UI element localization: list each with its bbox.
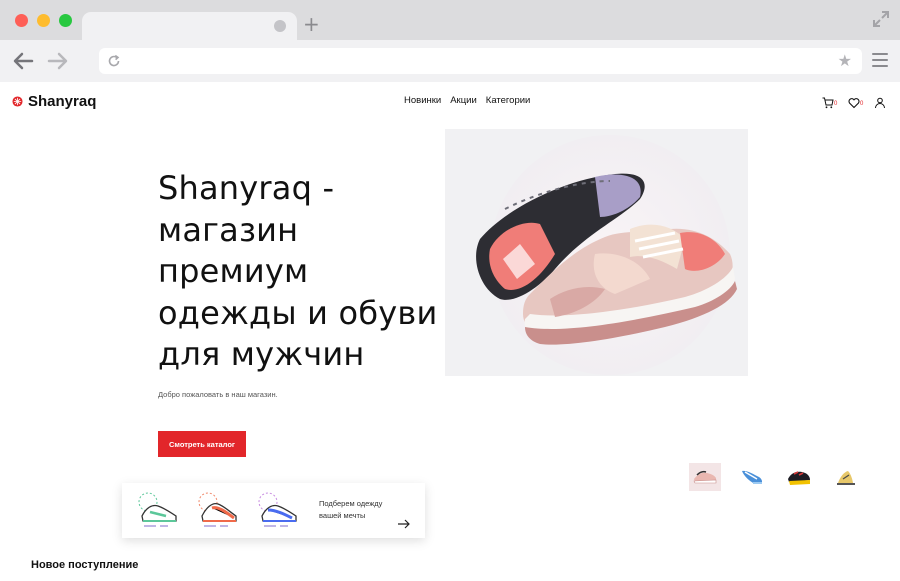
site-header: Shanyraq Новинки Акции Категории 0 0 xyxy=(0,82,900,122)
hero-title: Shanyraq - магазин премиум одежды и обув… xyxy=(158,169,438,373)
thumbnail-pink-sneaker[interactable] xyxy=(689,463,721,491)
sneaker-illustration xyxy=(476,135,737,375)
feature-card[interactable]: Подберем одежду вашей мечты xyxy=(122,483,425,538)
forward-arrow-icon[interactable] xyxy=(47,51,69,71)
browser-chrome: + ★ xyxy=(0,0,900,82)
new-tab-icon[interactable]: + xyxy=(303,13,320,35)
close-window-button[interactable] xyxy=(15,14,28,27)
thumbnail-yellow-sneaker[interactable] xyxy=(830,463,862,491)
user-icon xyxy=(875,97,885,109)
address-bar[interactable]: ★ xyxy=(99,48,862,74)
blue-sneaker-icon xyxy=(742,470,763,484)
wishlist-count-badge: 0 xyxy=(860,101,864,107)
nav-link-sales[interactable]: Акции xyxy=(450,95,477,106)
hero-subtitle: Добро пожаловать в наш магазин. xyxy=(158,390,278,399)
hero-thumbnails xyxy=(689,463,862,491)
main-nav: Новинки Акции Категории xyxy=(404,95,530,106)
bookmark-star-icon[interactable]: ★ xyxy=(838,51,852,71)
tab-close-icon[interactable] xyxy=(274,20,286,32)
browser-menu-icon[interactable] xyxy=(872,53,888,67)
cart-icon xyxy=(822,97,834,109)
nav-link-new[interactable]: Новинки xyxy=(404,95,441,106)
cart-button[interactable]: 0 xyxy=(822,94,838,109)
hero-product-image xyxy=(445,129,748,376)
browser-tab[interactable] xyxy=(82,12,297,40)
view-catalog-button[interactable]: Смотреть каталог xyxy=(158,431,246,457)
cart-count-badge: 0 xyxy=(834,101,838,107)
yellow-sneaker-icon xyxy=(837,471,855,485)
new-arrivals-title: Новое поступление xyxy=(31,559,139,571)
thumbnail-blue-sneaker[interactable] xyxy=(736,463,768,491)
shanyraq-logo-icon xyxy=(12,96,23,107)
maximize-window-button[interactable] xyxy=(59,14,72,27)
reload-icon[interactable] xyxy=(107,54,121,68)
logo-text: Shanyraq xyxy=(28,93,97,110)
logo[interactable]: Shanyraq xyxy=(12,93,96,110)
black-sneaker-icon xyxy=(788,471,810,485)
fullscreen-icon[interactable] xyxy=(872,10,890,28)
minimize-window-button[interactable] xyxy=(37,14,50,27)
thumbnail-black-sneaker[interactable] xyxy=(783,463,815,491)
heart-icon xyxy=(848,98,860,109)
back-arrow-icon[interactable] xyxy=(12,51,34,71)
wishlist-button[interactable]: 0 xyxy=(848,94,864,109)
nav-link-categories[interactable]: Категории xyxy=(486,95,531,106)
header-icons: 0 0 xyxy=(822,94,888,109)
pink-sneaker-icon xyxy=(693,470,717,484)
account-button[interactable] xyxy=(874,94,888,109)
blue-sneaker-illustration xyxy=(258,492,297,527)
green-sneaker-illustration xyxy=(138,492,177,527)
arrow-right-icon[interactable] xyxy=(397,519,411,529)
feature-card-text: Подберем одежду вашей мечты xyxy=(319,499,383,520)
orange-sneaker-illustration xyxy=(198,492,237,527)
